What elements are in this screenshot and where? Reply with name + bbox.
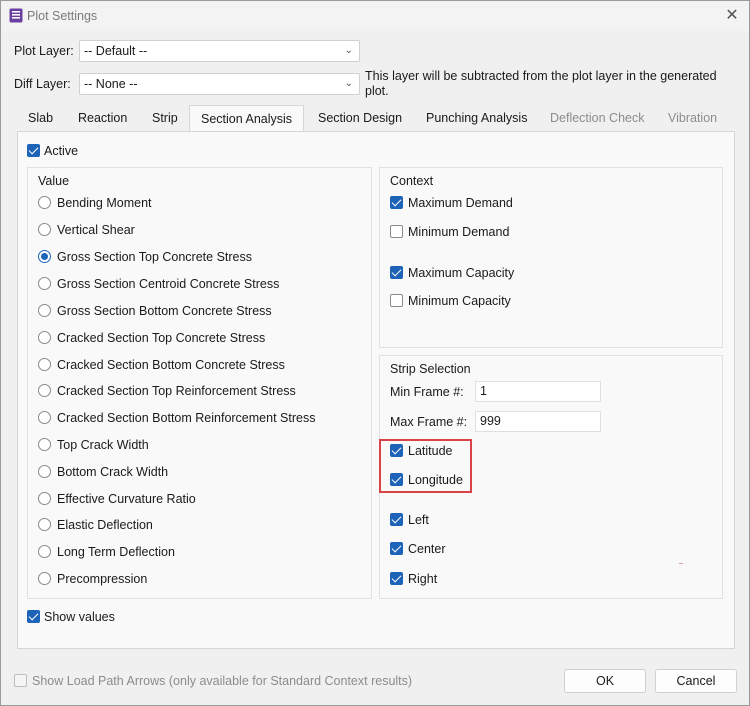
diff-layer-value: -- None --	[84, 77, 138, 91]
checkbox-label: Center	[408, 542, 446, 556]
tab-strip-results[interactable]: Strip	[141, 107, 189, 131]
radio-gross-centroid-concrete-stress[interactable]	[38, 277, 51, 290]
tab-punching-analysis[interactable]: Punching Analysis	[415, 107, 538, 131]
checkbox-label: Longitude	[408, 473, 463, 487]
checkbox-label: Latitude	[408, 444, 453, 458]
maximum-demand-checkbox[interactable]	[390, 196, 403, 209]
context-group-title: Context	[390, 174, 434, 188]
context-group: Context	[379, 167, 723, 348]
tab-slab[interactable]: Slab	[17, 107, 64, 131]
radio-long-term-deflection[interactable]	[38, 545, 51, 558]
diff-layer-note: This layer will be subtracted from the p…	[365, 69, 717, 98]
checkbox-label: Right	[408, 572, 438, 586]
latitude-checkbox[interactable]	[390, 444, 403, 457]
min-frame-label: Min Frame #:	[390, 385, 464, 399]
plot-layer-select[interactable]: -- Default -- ⌄	[79, 40, 360, 62]
radio-label: Long Term Deflection	[57, 545, 175, 559]
close-icon[interactable]: ✕	[723, 7, 741, 25]
radio-label: Gross Section Bottom Concrete Stress	[57, 304, 272, 318]
radio-precompression[interactable]	[38, 572, 51, 585]
app-icon	[9, 8, 23, 23]
tab-reaction[interactable]: Reaction	[67, 107, 138, 131]
diff-layer-select[interactable]: -- None -- ⌄	[79, 73, 360, 95]
radio-label: Gross Section Top Concrete Stress	[57, 250, 252, 264]
checkbox-label: Minimum Capacity	[408, 294, 511, 308]
tab-section-analysis[interactable]: Section Analysis	[189, 105, 305, 133]
radio-effective-curvature-ratio[interactable]	[38, 492, 51, 505]
plot-settings-dialog: Plot Settings ✕ Plot Layer: -- Default -…	[0, 0, 750, 706]
radio-gross-bottom-concrete-stress[interactable]	[38, 304, 51, 317]
value-group-title: Value	[38, 174, 70, 188]
radio-vertical-shear[interactable]	[38, 223, 51, 236]
chevron-down-icon: ⌄	[344, 78, 353, 89]
radio-label: Effective Curvature Ratio	[57, 492, 196, 506]
stray-mark	[679, 563, 683, 564]
checkbox-label: Minimum Demand	[408, 225, 510, 239]
radio-bottom-crack-width[interactable]	[38, 465, 51, 478]
radio-label: Cracked Section Bottom Concrete Stress	[57, 358, 285, 372]
radio-label: Elastic Deflection	[57, 518, 153, 532]
radio-label: Top Crack Width	[57, 438, 149, 452]
max-frame-label: Max Frame #:	[390, 415, 468, 429]
min-frame-input[interactable]: 1	[475, 381, 601, 402]
tab-vibration: Vibration	[668, 111, 718, 125]
radio-label: Bottom Crack Width	[57, 465, 169, 479]
strip-selection-title: Strip Selection	[390, 362, 471, 376]
minimum-capacity-checkbox[interactable]	[390, 294, 403, 307]
radio-cracked-bottom-reinforcement-stress[interactable]	[38, 411, 51, 424]
radio-label: Cracked Section Top Reinforcement Stress	[57, 384, 296, 398]
radio-label: Gross Section Centroid Concrete Stress	[57, 277, 280, 291]
title-bar: Plot Settings ✕	[1, 1, 749, 31]
show-values-checkbox[interactable]	[27, 610, 40, 623]
diff-layer-label: Diff Layer:	[14, 77, 71, 91]
radio-label: Vertical Shear	[57, 223, 135, 237]
center-checkbox[interactable]	[390, 542, 403, 555]
longitude-checkbox[interactable]	[390, 473, 403, 486]
load-path-arrows-checkbox	[14, 674, 27, 687]
minimum-demand-checkbox[interactable]	[390, 225, 403, 238]
ok-button[interactable]: OK	[564, 669, 646, 693]
plot-layer-label: Plot Layer:	[14, 44, 74, 58]
radio-cracked-top-concrete-stress[interactable]	[38, 331, 51, 344]
window-title: Plot Settings	[27, 9, 98, 23]
load-path-arrows-label: Show Load Path Arrows (only available fo…	[32, 674, 413, 688]
radio-label: Cracked Section Top Concrete Stress	[57, 331, 266, 345]
radio-label: Bending Moment	[57, 196, 152, 210]
radio-label: Cracked Section Bottom Reinforcement Str…	[57, 411, 316, 425]
checkbox-label: Maximum Capacity	[408, 266, 515, 280]
active-label: Active	[44, 144, 79, 158]
radio-label: Precompression	[57, 572, 148, 586]
radio-bending-moment[interactable]	[38, 196, 51, 209]
checkbox-label: Left	[408, 513, 429, 527]
maximum-capacity-checkbox[interactable]	[390, 266, 403, 279]
radio-gross-top-concrete-stress[interactable]	[38, 250, 51, 263]
radio-cracked-top-reinforcement-stress[interactable]	[38, 384, 51, 397]
left-checkbox[interactable]	[390, 513, 403, 526]
radio-cracked-bottom-concrete-stress[interactable]	[38, 358, 51, 371]
tab-deflection-check: Deflection Check	[550, 111, 645, 125]
show-values-label: Show values	[44, 610, 115, 624]
chevron-down-icon: ⌄	[344, 45, 353, 56]
checkbox-label: Maximum Demand	[408, 196, 513, 210]
max-frame-input[interactable]: 999	[475, 411, 601, 432]
tab-section-design[interactable]: Section Design	[307, 107, 413, 131]
cancel-button[interactable]: Cancel	[655, 669, 737, 693]
right-checkbox[interactable]	[390, 572, 403, 585]
radio-top-crack-width[interactable]	[38, 438, 51, 451]
radio-elastic-deflection[interactable]	[38, 518, 51, 531]
plot-layer-value: -- Default --	[84, 44, 148, 58]
active-checkbox[interactable]	[27, 144, 40, 157]
